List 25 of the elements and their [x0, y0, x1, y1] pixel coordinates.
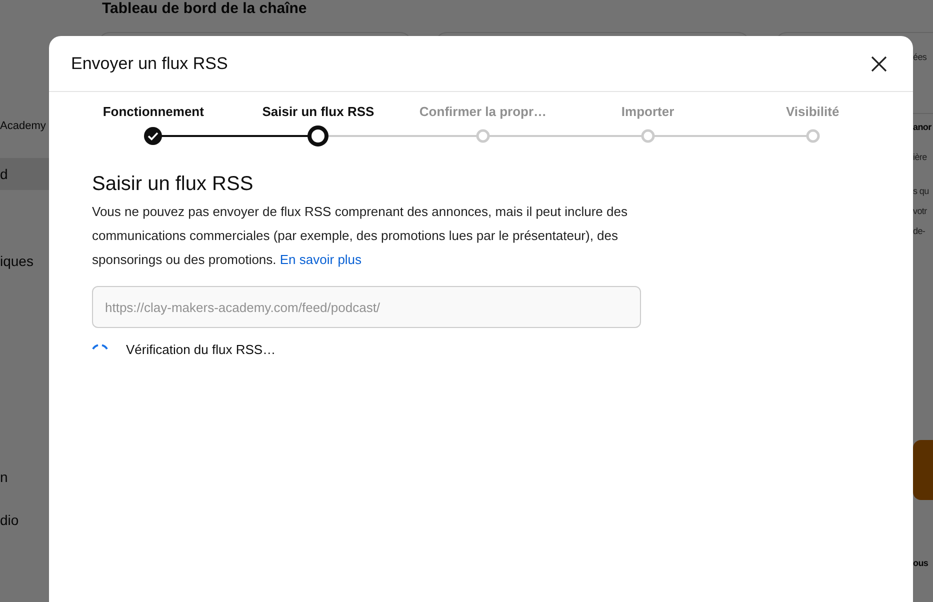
- card-text: ées: [913, 52, 927, 62]
- step-label: Confirmer la propr…: [419, 104, 547, 119]
- step-label: Visibilité: [786, 104, 840, 119]
- sidebar-item[interactable]: dio: [0, 504, 49, 536]
- sidebar-item[interactable]: iques: [0, 245, 49, 277]
- description-text: Vous ne pouvez pas envoyer de flux RSS comprenant des annonces, mais il peut inclure des communications commerciales (par exemple, des promotions lues par le présentateur), des sponsorings ou des promotions. En savoir plus: [92, 203, 628, 269]
- status-text: Vérification du flux RSS…: [126, 342, 276, 357]
- card-text: votr: [913, 206, 927, 216]
- sidebar-item[interactable]: Academy: [0, 112, 49, 140]
- card-text: s qu: [913, 186, 929, 196]
- close-icon: [871, 56, 887, 72]
- dialog-title: Envoyer un flux RSS: [71, 54, 228, 74]
- step-label: Importer: [621, 104, 674, 119]
- sidebar-item[interactable]: n: [0, 461, 49, 493]
- step-label: Fonctionnement: [102, 104, 204, 119]
- loading-spinner-icon: [92, 344, 108, 350]
- card-text: anor: [913, 122, 932, 132]
- sidebar-item[interactable]: d: [0, 158, 49, 190]
- page-title: Tableau de bord de la chaîne: [102, 0, 307, 17]
- card-text: de-: [913, 226, 926, 236]
- card-text: ous: [913, 558, 928, 568]
- learn-more-link[interactable]: En savoir plus: [280, 252, 362, 267]
- section-heading: Saisir un flux RSS: [92, 173, 254, 196]
- card-text: ière: [913, 152, 927, 162]
- step-label: Saisir un flux RSS: [262, 104, 374, 119]
